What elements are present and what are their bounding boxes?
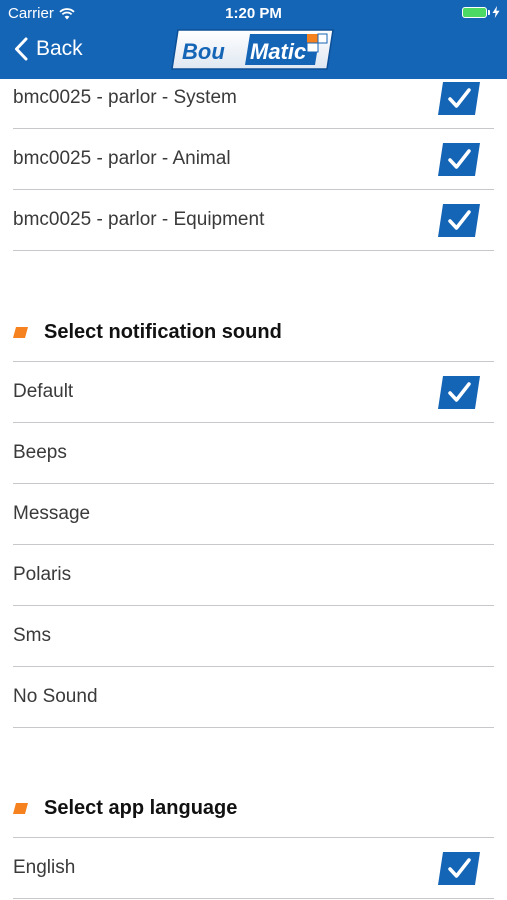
- list-item-label: bmc0025 - parlor - System: [13, 87, 237, 108]
- list-item-label: English: [13, 857, 76, 878]
- logo-text-matic: Matic: [250, 39, 306, 64]
- navigation-bar: Carrier 1:20 PM Back Bou Matic: [0, 0, 507, 79]
- logo-text-bou: Bou: [182, 39, 225, 64]
- status-time: 1:20 PM: [225, 5, 282, 22]
- list-item-label: Beeps: [13, 442, 67, 463]
- sound-option-message[interactable]: Message: [13, 484, 494, 545]
- sound-option-no-sound[interactable]: No Sound: [13, 667, 494, 728]
- list-item-label: bmc0025 - parlor - Equipment: [13, 209, 265, 230]
- list-item-label: Sms: [13, 625, 51, 646]
- orange-bullet-icon: [13, 803, 28, 814]
- list-item-label: Default: [13, 381, 74, 402]
- charging-bolt-icon: [492, 6, 500, 18]
- checked-checkbox-icon[interactable]: [438, 852, 480, 885]
- list-item-label: No Sound: [13, 686, 98, 707]
- section-title: Select app language: [44, 797, 238, 819]
- back-button[interactable]: Back: [14, 37, 83, 61]
- list-item-alert-equipment[interactable]: bmc0025 - parlor - Equipment: [13, 190, 494, 251]
- list-item-alert-system[interactable]: bmc0025 - parlor - System: [13, 79, 494, 129]
- chevron-left-icon: [15, 37, 28, 61]
- section-header-app-language: Select app language: [13, 778, 494, 838]
- checked-checkbox-icon[interactable]: [438, 376, 480, 409]
- section-title: Select notification sound: [44, 321, 282, 343]
- checked-checkbox-icon[interactable]: [438, 143, 480, 176]
- list-item-label: Message: [13, 503, 91, 524]
- section-header-notification-sound: Select notification sound: [13, 302, 494, 362]
- back-label: Back: [36, 37, 83, 60]
- list-item-alert-animal[interactable]: bmc0025 - parlor - Animal: [13, 129, 494, 190]
- orange-bullet-icon: [13, 327, 28, 338]
- checked-checkbox-icon[interactable]: [438, 204, 480, 237]
- sound-option-beeps[interactable]: Beeps: [13, 423, 494, 484]
- sound-option-polaris[interactable]: Polaris: [13, 545, 494, 606]
- battery-icon: [462, 6, 487, 18]
- battery-tip: [488, 9, 490, 15]
- list-item-label: Polaris: [13, 564, 72, 585]
- sound-option-default[interactable]: Default: [13, 362, 494, 423]
- sound-option-sms[interactable]: Sms: [13, 606, 494, 667]
- list-item-label: bmc0025 - parlor - Animal: [13, 148, 231, 169]
- checked-checkbox-icon[interactable]: [438, 82, 480, 115]
- status-bar: Carrier 1:20 PM: [0, 0, 507, 27]
- boumatic-logo: Bou Matic: [171, 29, 334, 70]
- language-option-english[interactable]: English: [13, 838, 494, 899]
- battery-indicator: [462, 6, 500, 18]
